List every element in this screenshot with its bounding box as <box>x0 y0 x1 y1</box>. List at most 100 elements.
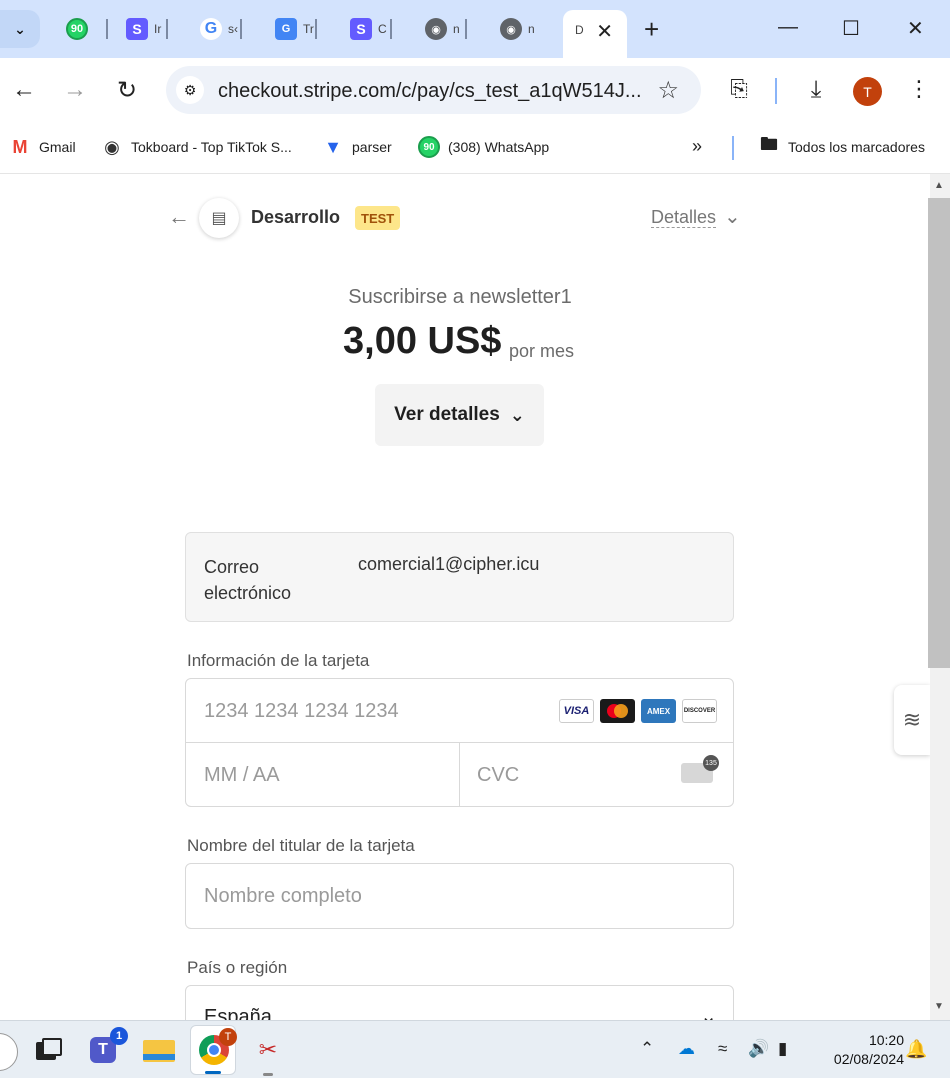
amex-icon: AMEX <box>641 699 676 723</box>
bookmarks-overflow-button[interactable]: » <box>692 136 702 157</box>
email-value: comercial1@cipher.icu <box>358 554 540 574</box>
country-select[interactable]: España ⌄ <box>185 985 734 1020</box>
visa-icon: VISA <box>559 699 594 723</box>
price-period: por mes <box>509 341 575 361</box>
new-tab-button[interactable]: + <box>644 14 659 45</box>
cvc-placeholder: CVC <box>477 764 520 786</box>
reload-icon[interactable]: ↻ <box>112 76 142 105</box>
extensions-icon[interactable]: ⎘ <box>724 76 754 102</box>
cvc-icon-number: 135 <box>703 755 719 771</box>
details-link[interactable]: Detalles <box>651 207 717 228</box>
bookmark-gmail[interactable]: M Gmail <box>9 136 76 158</box>
chrome-profile-badge: T <box>219 1028 237 1046</box>
product-name: Suscribirse a newsletter1 <box>348 286 572 308</box>
task-view-icon[interactable] <box>32 1034 64 1066</box>
expiry-placeholder: MM / AA <box>204 764 280 786</box>
teams-badge: 1 <box>110 1027 128 1045</box>
back-arrow-icon[interactable]: ← <box>9 76 39 104</box>
bookmark-star-icon[interactable]: ☆ <box>657 76 679 105</box>
address-bar[interactable]: ⚙ checkout.stripe.com/c/pay/cs_test_a1qW… <box>166 66 701 114</box>
cvc-card-icon: 135 <box>681 755 719 783</box>
tab-strip: ⌄ 90 S Ir G s‹ G Tr S C ◉ n ◉ n D ✕ + — … <box>0 0 950 58</box>
browser-toolbar: ← → ↻ ⚙ checkout.stripe.com/c/pay/cs_tes… <box>0 58 950 124</box>
close-window-button[interactable]: ✕ <box>907 16 924 41</box>
card-number-field[interactable]: 1234 1234 1234 1234 VISA AMEX DISCOVER <box>186 679 733 743</box>
system-clock[interactable]: 10:20 02/08/2024 <box>814 1031 904 1069</box>
show-hidden-icons[interactable]: ⌃ <box>640 1039 654 1059</box>
start-button[interactable] <box>0 1033 18 1071</box>
teams-icon[interactable]: T 1 <box>90 1027 128 1063</box>
onedrive-icon[interactable]: ☁ <box>678 1039 695 1059</box>
bookmark-label: Gmail <box>39 139 76 155</box>
bookmark-label: Tokboard - Top TikTok S... <box>131 139 292 155</box>
bookmark-whatsapp[interactable]: 90 (308) WhatsApp <box>418 136 549 158</box>
tab-translate[interactable]: G Tr <box>263 10 317 48</box>
scroll-up-arrow[interactable]: ▲ <box>934 180 944 191</box>
bookmark-parser[interactable]: ▼ parser <box>322 136 392 158</box>
tab-separator <box>106 19 108 39</box>
tab-separator <box>166 19 168 39</box>
forward-arrow-icon[interactable]: → <box>60 76 90 104</box>
site-info-icon[interactable]: ⚙ <box>176 76 204 104</box>
download-icon[interactable]: ⤓ <box>801 76 831 104</box>
side-panel-widget-icon[interactable]: ≋ <box>894 685 930 755</box>
all-bookmarks-button[interactable]: 🖿 Todos los marcadores <box>758 134 925 158</box>
scroll-down-arrow[interactable]: ▼ <box>934 1001 944 1012</box>
tab-label: C <box>378 22 387 36</box>
stripe-icon: S <box>350 18 372 40</box>
folder-icon: 🖿 <box>760 134 778 154</box>
tab-globe-1[interactable]: ◉ n <box>413 10 467 48</box>
toolbar-divider <box>775 78 777 104</box>
expiry-field[interactable]: MM / AA <box>186 743 459 807</box>
tab-separator <box>390 19 392 39</box>
tab-globe-2[interactable]: ◉ n <box>488 10 542 48</box>
profile-avatar[interactable]: T <box>853 77 882 106</box>
back-arrow-icon[interactable]: ← <box>168 204 190 230</box>
tab-label: D <box>575 23 584 37</box>
maximize-button[interactable]: ☐ <box>842 16 860 41</box>
google-icon: G <box>200 18 222 40</box>
tab-stripe-2[interactable]: S C <box>338 10 392 48</box>
tab-stripe-1[interactable]: S Ir <box>114 10 168 48</box>
price-amount: 3,00 US$ <box>343 320 502 362</box>
card-number-placeholder: 1234 1234 1234 1234 <box>204 700 399 722</box>
chevron-down-icon: ⌄ <box>700 1006 717 1020</box>
clock-time: 10:20 <box>868 1032 904 1048</box>
card-info-label: Información de la tarjeta <box>187 651 370 670</box>
merchant-name: Desarrollo <box>251 207 341 227</box>
volume-icon[interactable]: 🔊 <box>748 1039 769 1059</box>
bookmark-label: (308) WhatsApp <box>448 139 550 155</box>
snipping-tool-icon[interactable]: ✂ <box>252 1034 284 1066</box>
view-details-button[interactable]: Ver detalles ⌄ <box>375 384 544 446</box>
tab-separator <box>465 19 467 39</box>
bookmark-tokboard[interactable]: ◉ Tokboard - Top TikTok S... <box>101 136 292 158</box>
test-mode-badge: TEST <box>355 206 401 230</box>
cardholder-name-input[interactable]: Nombre completo <box>185 863 734 929</box>
tab-search-button[interactable]: ⌄ <box>0 10 40 48</box>
tab-whatsapp[interactable]: 90 <box>54 10 108 48</box>
chevron-down-icon: ⌄ <box>509 404 525 425</box>
tab-label: n <box>453 22 460 36</box>
windows-taskbar: T 1 T ✂ ⌃ ☁ ≈ 🔊 ▮ 10:20 02/08/2024 🔔 <box>0 1020 950 1078</box>
chevron-down-icon[interactable]: ⌄ <box>724 204 741 229</box>
minimize-button[interactable]: — <box>778 16 798 39</box>
tab-google[interactable]: G s‹ <box>188 10 242 48</box>
chrome-taskbar-button[interactable]: T <box>190 1025 237 1075</box>
tab-active[interactable]: D ✕ <box>563 10 627 58</box>
tab-separator <box>315 19 317 39</box>
notification-bell-icon[interactable]: 🔔 <box>905 1039 927 1060</box>
file-explorer-icon[interactable] <box>143 1034 175 1066</box>
url-text[interactable]: checkout.stripe.com/c/pay/cs_test_a1qW51… <box>218 80 642 103</box>
close-icon[interactable]: ✕ <box>596 19 613 44</box>
globe-icon: ◉ <box>425 18 447 40</box>
scrollbar-thumb[interactable] <box>928 198 950 668</box>
cardholder-label: Nombre del titular de la tarjeta <box>187 836 415 855</box>
menu-dots-icon[interactable]: ⋮ <box>904 76 934 102</box>
tab-label: Ir <box>154 22 162 36</box>
active-app-indicator <box>205 1071 221 1074</box>
tab-label: n <box>528 22 535 36</box>
bookmarks-bar: M Gmail ◉ Tokboard - Top TikTok S... ▼ p… <box>0 124 950 174</box>
wifi-icon[interactable]: ≈ <box>718 1039 727 1059</box>
card-brands: VISA AMEX DISCOVER <box>559 699 717 723</box>
battery-icon[interactable]: ▮ <box>778 1039 787 1059</box>
